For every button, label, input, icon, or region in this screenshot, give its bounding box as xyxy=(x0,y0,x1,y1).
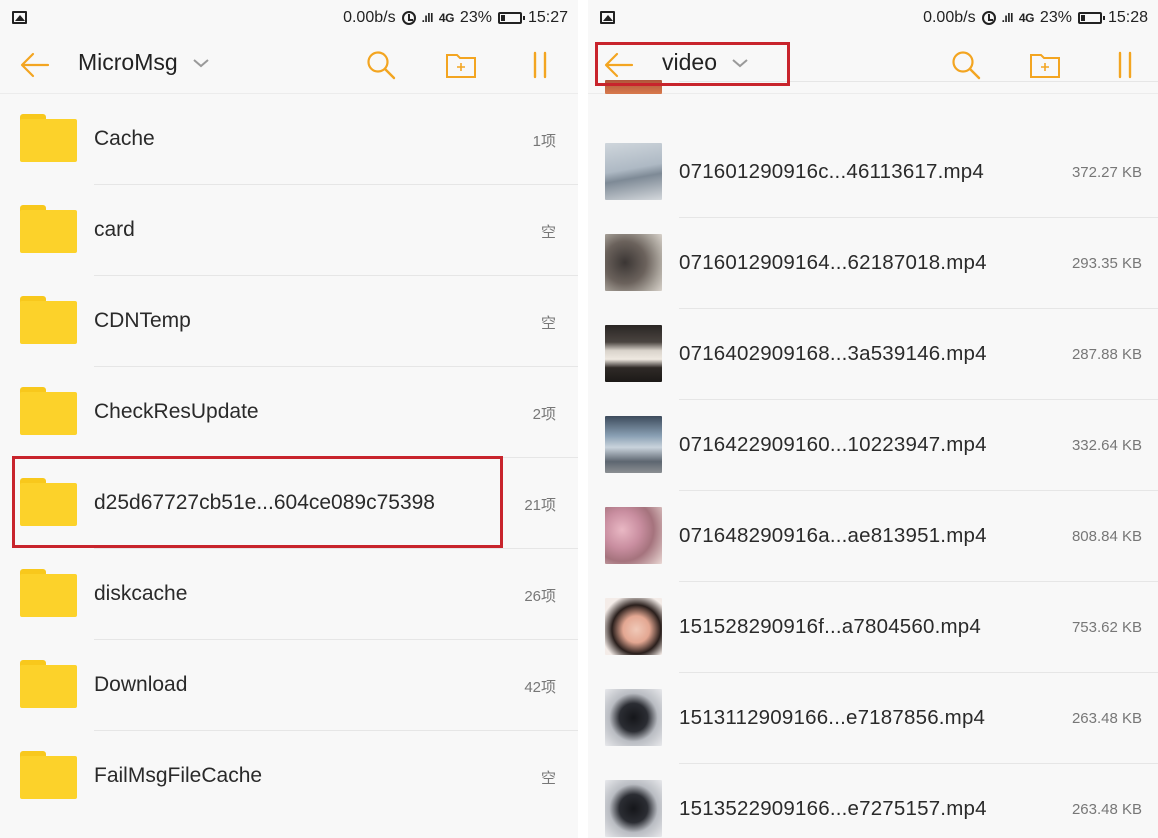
alarm-icon xyxy=(401,11,416,25)
file-row[interactable]: 151528290916f...a7804560.mp4 753.62 KB xyxy=(588,582,1158,673)
item-count: 空 xyxy=(540,224,556,241)
folder-name: CDNTemp xyxy=(94,309,191,332)
file-size: 753.62 KB xyxy=(1071,619,1142,636)
battery-icon xyxy=(1077,12,1105,24)
folder-row[interactable]: Download 42项 xyxy=(0,640,578,731)
file-row[interactable]: 0716402909168...3a539146.mp4 287.88 KB xyxy=(588,309,1158,400)
network-type: 4G xyxy=(1018,11,1035,25)
file-name: 0716422909160...10223947.mp4 xyxy=(679,433,987,456)
file-name: 0716012909164...62187018.mp4 xyxy=(679,251,987,274)
folder-name: Download xyxy=(94,673,188,696)
path-dropdown[interactable]: MicroMsg xyxy=(78,49,210,76)
folder-name: FailMsgFileCache xyxy=(94,764,263,787)
folder-icon xyxy=(20,296,77,344)
file-name: 151528290916f...a7804560.mp4 xyxy=(679,615,981,638)
file-size: 293.35 KB xyxy=(1071,255,1142,272)
alarm-icon xyxy=(981,11,996,25)
item-count: 2项 xyxy=(532,406,556,423)
image-notification-icon xyxy=(600,11,615,24)
file-size: 287.88 KB xyxy=(1071,346,1142,363)
file-row[interactable]: 071601290916c...46113617.mp4 372.27 KB xyxy=(588,127,1158,218)
folder-name: diskcache xyxy=(94,582,188,605)
battery-percent: 23% xyxy=(1039,9,1072,26)
item-count: 21项 xyxy=(524,497,556,514)
item-count: 1项 xyxy=(532,133,556,150)
back-arrow-icon[interactable] xyxy=(18,50,52,80)
toolbar: MicroMsg xyxy=(0,36,578,94)
file-name: 1513522909166...e7275157.mp4 xyxy=(679,797,987,820)
video-thumbnail xyxy=(605,80,662,94)
folder-icon xyxy=(20,751,77,799)
clock: 15:28 xyxy=(1107,9,1148,26)
video-thumbnail xyxy=(605,143,662,200)
file-size: 372.27 KB xyxy=(1071,164,1142,181)
signal-icon: .ıll xyxy=(1001,11,1014,25)
pause-icon[interactable] xyxy=(523,49,557,81)
video-thumbnail xyxy=(605,234,662,291)
item-count: 空 xyxy=(540,315,556,332)
chevron-down-icon xyxy=(192,57,210,69)
video-thumbnail xyxy=(605,325,662,382)
file-row[interactable]: 071648290916a...ae813951.mp4 808.84 KB xyxy=(588,491,1158,582)
folder-name: CheckResUpdate xyxy=(94,400,259,423)
file-size: 263.48 KB xyxy=(1071,710,1142,727)
network-type: 4G xyxy=(438,11,455,25)
video-thumbnail xyxy=(605,780,662,837)
folder-icon xyxy=(20,114,77,162)
file-name: 071648290916a...ae813951.mp4 xyxy=(679,524,987,547)
file-row[interactable]: 1513522909166...e7275157.mp4 263.48 KB xyxy=(588,764,1158,838)
new-folder-icon[interactable] xyxy=(444,49,478,81)
file-row[interactable]: 1513112909166...e7187856.mp4 263.48 KB xyxy=(588,673,1158,764)
folder-row-selected[interactable]: d25d67727cb51e...604ce089c75398 21项 xyxy=(0,458,578,549)
video-thumbnail xyxy=(605,598,662,655)
file-name: 0716402909168...3a539146.mp4 xyxy=(679,342,987,365)
status-right: 0.00b/s .ıll 4G 23% 15:28 xyxy=(923,9,1148,27)
network-speed: 0.00b/s xyxy=(923,9,976,26)
video-thumbnail xyxy=(605,507,662,564)
signal-icon: .ıll xyxy=(421,11,434,25)
folder-row[interactable]: diskcache 26项 xyxy=(0,549,578,640)
left-phone-screen: 0.00b/s .ıll 4G 23% 15:27 MicroMsg Cache… xyxy=(0,0,578,838)
folder-icon xyxy=(20,387,77,435)
folder-name: Cache xyxy=(94,127,155,150)
item-count: 26项 xyxy=(524,588,556,605)
folder-row[interactable]: CheckResUpdate 2项 xyxy=(0,367,578,458)
folder-icon xyxy=(20,205,77,253)
folder-row[interactable]: CDNTemp 空 xyxy=(0,276,578,367)
file-row[interactable]: 0716012909164...62187018.mp4 293.35 KB xyxy=(588,218,1158,309)
folder-icon xyxy=(20,478,77,526)
file-size: 263.48 KB xyxy=(1071,801,1142,818)
folder-icon xyxy=(20,660,77,708)
item-count: 42项 xyxy=(524,679,556,696)
folder-row[interactable]: card 空 xyxy=(0,185,578,276)
status-bar: 0.00b/s .ıll 4G 23% 15:27 xyxy=(0,0,578,36)
video-thumbnail xyxy=(605,689,662,746)
folder-name: card xyxy=(94,218,135,241)
search-icon[interactable] xyxy=(364,49,398,81)
folder-name: d25d67727cb51e...604ce089c75398 xyxy=(94,491,435,514)
file-row-partial[interactable] xyxy=(588,38,1158,108)
image-notification-icon xyxy=(12,11,27,24)
item-count: 空 xyxy=(540,770,556,787)
right-phone-screen: 0.00b/s .ıll 4G 23% 15:28 video 07160129… xyxy=(588,0,1158,838)
file-name: 1513112909166...e7187856.mp4 xyxy=(679,706,986,729)
file-row[interactable]: 0716422909160...10223947.mp4 332.64 KB xyxy=(588,400,1158,491)
video-thumbnail xyxy=(605,416,662,473)
folder-row[interactable]: Cache 1项 xyxy=(0,94,578,185)
folder-row[interactable]: FailMsgFileCache 空 xyxy=(0,731,578,822)
file-name: 071601290916c...46113617.mp4 xyxy=(679,160,985,183)
folder-title: MicroMsg xyxy=(78,49,178,75)
status-right: 0.00b/s .ıll 4G 23% 15:27 xyxy=(343,9,568,27)
clock: 15:27 xyxy=(527,9,568,26)
file-size: 808.84 KB xyxy=(1071,528,1142,545)
battery-percent: 23% xyxy=(459,9,492,26)
file-size: 332.64 KB xyxy=(1071,437,1142,454)
screen-gap xyxy=(578,0,588,838)
folder-icon xyxy=(20,569,77,617)
network-speed: 0.00b/s xyxy=(343,9,396,26)
status-bar: 0.00b/s .ıll 4G 23% 15:28 xyxy=(588,0,1158,36)
battery-icon xyxy=(497,12,525,24)
